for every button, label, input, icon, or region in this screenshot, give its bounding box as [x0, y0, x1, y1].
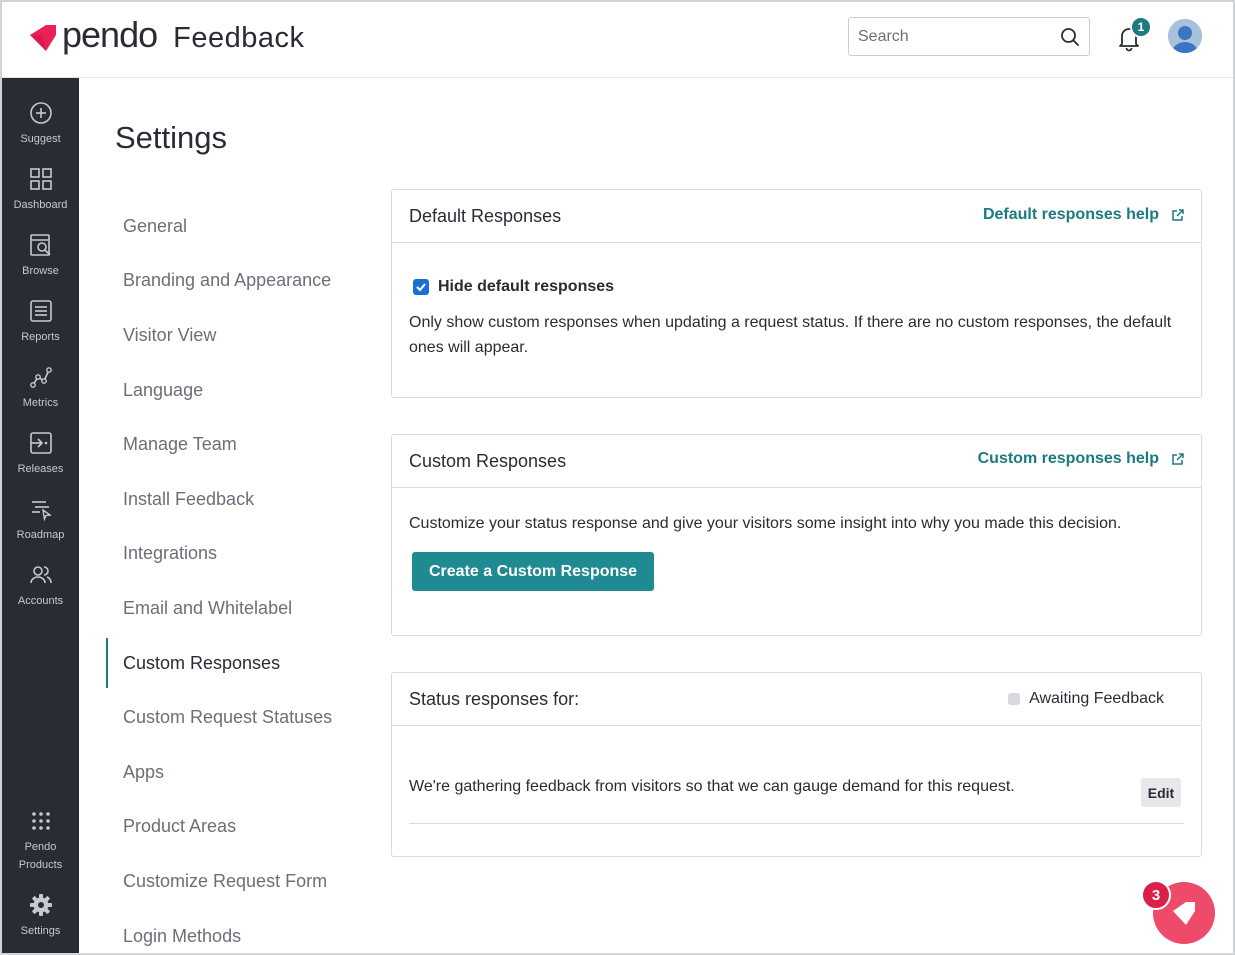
- nav-label: Suggest: [20, 133, 61, 145]
- external-link-icon: [1172, 453, 1184, 465]
- card-header: Status responses for: Awaiting Feedback: [392, 673, 1201, 726]
- notification-badge[interactable]: 1: [1130, 16, 1152, 38]
- checkbox-label: Hide default responses: [438, 278, 615, 295]
- subnav-item-branding[interactable]: Branding and Appearance: [106, 254, 366, 309]
- user-avatar-icon: [1168, 19, 1202, 53]
- users-icon: [29, 566, 52, 584]
- edit-button[interactable]: Edit: [1141, 778, 1181, 807]
- divider: [409, 823, 1184, 824]
- subnav-item-install-feedback[interactable]: Install Feedback: [106, 472, 366, 527]
- gear-icon: [29, 894, 52, 916]
- hide-default-responses-checkbox[interactable]: [413, 279, 429, 295]
- nav-label: Releases: [17, 463, 64, 475]
- nav-label: Browse: [22, 265, 59, 277]
- avatar[interactable]: [1168, 19, 1202, 53]
- nav-reports[interactable]: Reports: [2, 294, 79, 356]
- releases-icon: [29, 432, 52, 454]
- subnav-item-visitor-view[interactable]: Visitor View: [106, 308, 366, 363]
- default-responses-card: Default Responses Default responses help…: [391, 189, 1202, 398]
- nav-releases[interactable]: Releases: [2, 426, 79, 488]
- create-custom-response-button[interactable]: Create a Custom Response: [412, 552, 655, 591]
- help-link-label: Default responses help: [982, 206, 1159, 223]
- nav-label: Dashboard: [13, 199, 68, 211]
- custom-responses-description: Customize your status response and give …: [409, 515, 1122, 532]
- card-body: We're gathering feedback from visitors s…: [392, 726, 1201, 857]
- pendo-logo-icon: [30, 24, 56, 51]
- nav-metrics[interactable]: Metrics: [2, 360, 79, 422]
- plus-circle-icon: [29, 102, 52, 124]
- nav-label: Roadmap: [16, 529, 65, 541]
- apps-grid-icon: [31, 812, 50, 830]
- card-header: Custom Responses Custom responses help: [392, 435, 1201, 488]
- subnav-item-custom-request-statuses[interactable]: Custom Request Statuses: [106, 690, 366, 745]
- card-title: Default Responses: [409, 205, 562, 226]
- help-link-label: Custom responses help: [977, 450, 1159, 467]
- subnav-item-email-whitelabel[interactable]: Email and Whitelabel: [106, 581, 366, 636]
- external-link-icon: [1172, 209, 1184, 221]
- subnav-item-custom-responses[interactable]: Custom Responses: [106, 636, 366, 691]
- nav-suggest[interactable]: Suggest: [2, 96, 79, 158]
- status-selector[interactable]: Awaiting Feedback: [1008, 690, 1164, 708]
- subnav-item-login-methods[interactable]: Login Methods: [106, 909, 366, 953]
- page-title: Settings: [115, 120, 228, 155]
- card-body: Hide default responses Only show custom …: [392, 278, 1201, 360]
- roadmap-icon: [31, 501, 52, 522]
- nav-roadmap[interactable]: Roadmap: [2, 492, 79, 554]
- status-label: Awaiting Feedback: [1029, 690, 1164, 707]
- nav-label: Settings: [20, 925, 61, 937]
- settings-subnav: General Branding and Appearance Visitor …: [106, 199, 366, 953]
- document-icon: [29, 300, 52, 322]
- card-body: Customize your status response and give …: [392, 511, 1201, 591]
- top-header: pendo Feedback 1: [2, 2, 1233, 78]
- subnav-item-customize-request-form[interactable]: Customize Request Form: [106, 854, 366, 909]
- metrics-icon: [29, 367, 52, 388]
- default-responses-help-link[interactable]: Default responses help: [983, 206, 1185, 224]
- nav-pendo-products[interactable]: Pendo Products: [2, 804, 79, 874]
- left-nav: Suggest Dashboard Browse Reports Metrics…: [2, 78, 79, 953]
- grid-icon: [29, 168, 52, 190]
- subnav-item-product-areas[interactable]: Product Areas: [106, 800, 366, 855]
- hide-default-responses-row: Hide default responses: [409, 278, 1184, 296]
- status-responses-card: Status responses for: Awaiting Feedback …: [391, 672, 1202, 857]
- card-title: Custom Responses: [409, 450, 567, 471]
- nav-label-line: Products: [18, 859, 63, 871]
- subnav-item-language[interactable]: Language: [106, 363, 366, 418]
- subnav-item-manage-team[interactable]: Manage Team: [106, 417, 366, 472]
- subnav-item-apps[interactable]: Apps: [106, 745, 366, 800]
- nav-label: Metrics: [22, 397, 59, 409]
- card-header: Default Responses Default responses help: [392, 190, 1201, 243]
- launcher-badge[interactable]: 3: [1141, 880, 1171, 910]
- subnav-item-integrations[interactable]: Integrations: [106, 527, 366, 582]
- nav-label: Reports: [21, 331, 60, 343]
- custom-responses-help-link[interactable]: Custom responses help: [978, 450, 1185, 468]
- card-title: Status responses for:: [409, 688, 580, 709]
- pendo-launcher-icon: [1173, 902, 1195, 925]
- nav-accounts[interactable]: Accounts: [2, 558, 79, 620]
- nav-browse[interactable]: Browse: [2, 228, 79, 290]
- search-input[interactable]: [858, 27, 1048, 46]
- logo-word: pendo: [62, 13, 158, 55]
- status-color-dot: [1008, 693, 1021, 705]
- subnav-item-general[interactable]: General: [106, 199, 366, 254]
- nav-label-line: Pendo: [24, 841, 57, 853]
- default-responses-description: Only show custom responses when updating…: [409, 314, 1172, 356]
- pendo-logo[interactable]: pendo Feedback: [26, 13, 305, 55]
- nav-settings[interactable]: Settings: [2, 888, 79, 950]
- nav-dashboard[interactable]: Dashboard: [2, 162, 79, 224]
- product-name: Feedback: [173, 22, 305, 54]
- nav-label: Accounts: [17, 595, 64, 607]
- search-icon[interactable]: [1059, 26, 1081, 48]
- nav-label: Pendo Products: [19, 838, 62, 874]
- custom-responses-card: Custom Responses Custom responses help C…: [391, 434, 1202, 636]
- browse-icon: [29, 234, 51, 256]
- app-window: pendo Feedback 1 Suggest: [0, 0, 1235, 955]
- checkmark-icon: [416, 283, 426, 292]
- status-response-text: We're gathering feedback from visitors s…: [409, 778, 1015, 795]
- search-box[interactable]: [848, 17, 1090, 56]
